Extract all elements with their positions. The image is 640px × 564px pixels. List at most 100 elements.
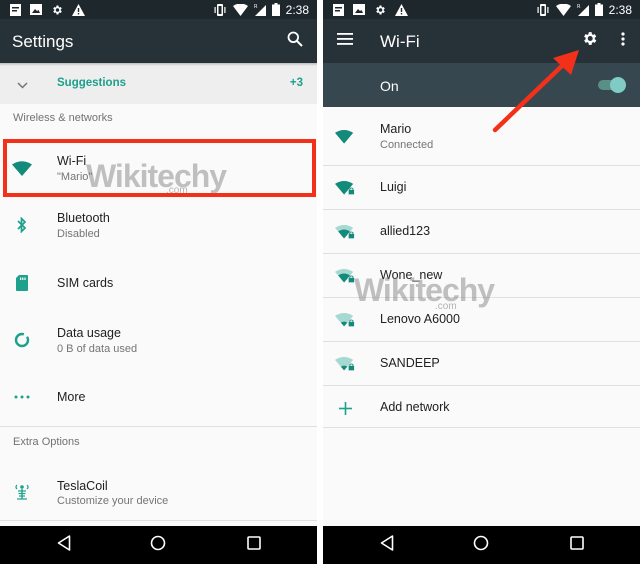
wifi-switch-label: On: [380, 78, 399, 94]
vibrate-icon: [213, 3, 227, 16]
search-button[interactable]: [285, 31, 305, 51]
network-item[interactable]: Wone_new: [323, 254, 640, 298]
clock: 2:38: [285, 2, 309, 17]
network-item[interactable]: allied123: [323, 210, 640, 254]
page-title: Wi-Fi: [380, 32, 420, 51]
suggestions-row[interactable]: Suggestions +3: [0, 63, 317, 104]
wifi-screen: R 2:38 Wi-Fi On Mario Connected Luigi al…: [323, 0, 640, 564]
back-icon: [380, 534, 394, 556]
settings-item-teslacoil[interactable]: TeslaCoil Customize your device: [0, 470, 317, 514]
recents-icon: [247, 535, 261, 555]
hamburger-menu-icon: [337, 32, 353, 50]
network-item[interactable]: Mario Connected: [323, 107, 640, 166]
recents-button[interactable]: [244, 535, 264, 555]
network-status: Connected: [380, 139, 434, 151]
settings-item-title: Bluetooth: [57, 211, 110, 225]
signal-roaming-icon: R: [577, 3, 589, 16]
settings-item-more[interactable]: More: [0, 375, 317, 419]
clock: 2:38: [608, 2, 632, 17]
gear-icon: [581, 30, 598, 52]
add-network-button[interactable]: Add network: [323, 386, 640, 430]
settings-item-title: SIM cards: [57, 276, 114, 290]
svg-text:R: R: [254, 4, 258, 10]
network-item[interactable]: Luigi: [323, 166, 640, 210]
section-divider: [0, 520, 317, 521]
teslacoil-icon: [12, 482, 32, 502]
notification-icon: [10, 3, 21, 16]
network-name: Mario: [380, 122, 412, 136]
settings-screen: R 2:38 Settings Suggestions +3 Wireless …: [0, 0, 317, 564]
menu-button[interactable]: [335, 31, 355, 51]
wifi-toggle[interactable]: [596, 77, 626, 93]
navigation-bar: [323, 526, 640, 564]
network-name: allied123: [380, 224, 431, 238]
plus-icon: [335, 398, 355, 418]
settings-item-subtitle: Disabled: [57, 228, 100, 240]
network-name: Wone_new: [380, 268, 443, 282]
section-header-extra-options: Extra Options: [13, 436, 80, 448]
settings-item-bluetooth[interactable]: Bluetooth Disabled: [0, 203, 317, 247]
wifi-highlight-box: [3, 139, 316, 197]
toggle-thumb: [610, 77, 626, 93]
wifi-lock-icon: [335, 310, 355, 330]
wifi-lock-icon: [335, 222, 355, 242]
settings-item-title: TeslaCoil: [57, 479, 108, 493]
settings-item-subtitle: 0 B of data used: [57, 343, 138, 355]
network-divider: [323, 427, 640, 428]
signal-roaming-icon: R: [254, 3, 266, 16]
back-icon: [57, 534, 71, 556]
network-item[interactable]: SANDEEP: [323, 342, 640, 386]
status-bar-notifications: [333, 3, 408, 16]
wifi-icon: [232, 3, 248, 16]
warning-icon: [395, 3, 408, 16]
home-button[interactable]: [471, 535, 491, 555]
back-button[interactable]: [377, 534, 397, 556]
app-bar: Settings: [0, 19, 317, 63]
home-icon: [150, 535, 166, 556]
network-item[interactable]: Lenovo A6000: [323, 298, 640, 342]
section-divider: [0, 426, 317, 427]
battery-icon: [271, 3, 280, 16]
vibrate-icon: [536, 3, 550, 16]
more-icon: [12, 387, 32, 407]
wifi-lock-icon: [335, 178, 355, 198]
navigation-bar: [0, 526, 317, 564]
wifi-master-switch-bar[interactable]: On: [323, 63, 640, 107]
search-icon: [287, 31, 303, 52]
wifi-icon: [335, 127, 355, 147]
wifi-lock-icon: [335, 354, 355, 374]
back-button[interactable]: [54, 534, 74, 556]
app-bar: Wi-Fi: [323, 19, 640, 63]
status-bar-notifications: [10, 3, 85, 16]
settings-icon: [51, 4, 63, 16]
image-icon: [30, 4, 42, 15]
chevron-down-icon: [17, 76, 28, 94]
status-bar: R 2:38: [323, 0, 640, 19]
settings-item-title: More: [57, 390, 86, 404]
settings-icon: [374, 4, 386, 16]
add-network-label: Add network: [380, 400, 450, 414]
network-name: Lenovo A6000: [380, 312, 460, 326]
section-header-wireless: Wireless & networks: [13, 112, 113, 124]
settings-item-subtitle: Customize your device: [57, 495, 169, 507]
recents-button[interactable]: [567, 535, 587, 555]
settings-item-sim-cards[interactable]: SIM cards: [0, 261, 317, 305]
network-name: SANDEEP: [380, 356, 440, 370]
image-icon: [353, 4, 365, 15]
sim-card-icon: [12, 273, 32, 293]
bluetooth-icon: [12, 215, 32, 235]
home-button[interactable]: [148, 535, 168, 555]
wifi-lock-icon: [335, 266, 355, 286]
wifi-preferences-button[interactable]: [579, 31, 599, 51]
overflow-menu-button[interactable]: [613, 31, 633, 51]
home-icon: [473, 535, 489, 556]
network-name: Luigi: [380, 180, 407, 194]
data-usage-icon: [12, 330, 32, 350]
status-bar: R 2:38: [0, 0, 317, 19]
more-vert-icon: [621, 31, 625, 51]
settings-item-data-usage[interactable]: Data usage 0 B of data used: [0, 318, 317, 362]
warning-icon: [72, 3, 85, 16]
status-bar-system: R 2:38: [536, 2, 632, 17]
page-title: Settings: [12, 32, 74, 51]
notification-icon: [333, 3, 344, 16]
